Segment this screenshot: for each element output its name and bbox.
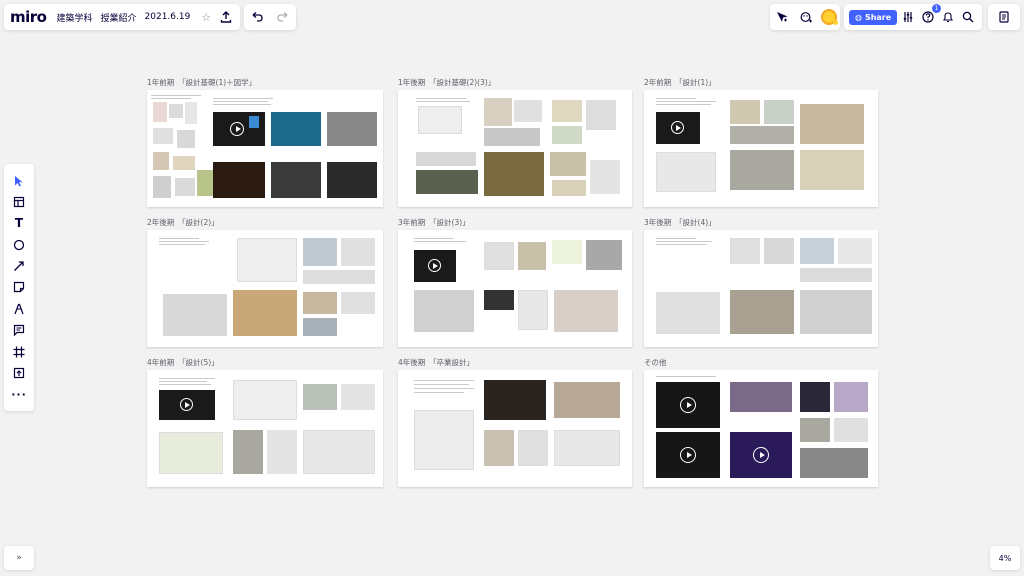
upload-file-icon[interactable] xyxy=(10,364,28,382)
frame-other[interactable] xyxy=(644,370,878,487)
expand-panel-button[interactable]: » xyxy=(4,546,34,570)
frame-year2-first[interactable] xyxy=(644,90,878,207)
board-title-dept[interactable]: 建築学科 xyxy=(56,11,92,24)
share-bar: ◍ Share 1 xyxy=(844,4,982,30)
zoom-level[interactable]: 4% xyxy=(990,546,1020,570)
video-play-icon[interactable] xyxy=(230,122,244,136)
video-play-icon[interactable] xyxy=(180,398,193,411)
cursor-follow-icon[interactable] xyxy=(773,8,791,26)
frame-label: 1年前期 「設計基礎(1)＋図学」 xyxy=(147,78,257,87)
video-play-icon[interactable] xyxy=(428,259,441,272)
reactions-icon[interactable] xyxy=(797,8,815,26)
frame-label: 4年後期 「卒業設計」 xyxy=(398,358,475,367)
frame-year1-second[interactable] xyxy=(398,90,632,207)
miro-logo[interactable]: miro xyxy=(10,8,47,26)
frame-year4-first[interactable] xyxy=(147,370,383,487)
video-play-icon[interactable] xyxy=(753,447,769,463)
share-label: Share xyxy=(864,12,892,22)
sticky-note-icon[interactable] xyxy=(10,278,28,296)
comment-icon[interactable] xyxy=(10,321,28,339)
document-icon xyxy=(995,8,1013,26)
frame-label: 1年後期 「設計基礎(2)(3)」 xyxy=(398,78,496,87)
undo-redo-bar xyxy=(244,4,296,30)
shape-tool-icon[interactable] xyxy=(10,236,28,254)
frame-year4-second[interactable] xyxy=(398,370,632,487)
board-title-class[interactable]: 授業紹介 xyxy=(101,11,137,24)
board-notes-button[interactable] xyxy=(988,4,1020,30)
bell-icon[interactable] xyxy=(939,8,957,26)
frame-label: 4年前期 「設計(5)」 xyxy=(147,358,219,367)
frame-label: 3年後期 「設計(4)」 xyxy=(644,218,716,227)
frame-year1-first[interactable] xyxy=(147,90,383,207)
star-icon[interactable]: ☆ xyxy=(198,8,214,26)
settings-sliders-icon[interactable] xyxy=(899,8,917,26)
frame-year2-second[interactable] xyxy=(147,230,383,347)
select-cursor-icon[interactable] xyxy=(10,172,28,190)
board-date[interactable]: 2021.6.19 xyxy=(145,12,191,22)
collaboration-bar xyxy=(770,4,840,30)
creation-toolbar: T ··· xyxy=(4,164,34,411)
zoom-label: 4% xyxy=(998,553,1012,563)
frame-label: その他 xyxy=(644,358,667,367)
frame-year3-second[interactable] xyxy=(644,230,878,347)
video-play-icon[interactable] xyxy=(671,121,684,134)
frame-label: 2年前期 「設計(1)」 xyxy=(644,78,716,87)
share-button[interactable]: ◍ Share xyxy=(848,9,898,25)
pen-tool-icon[interactable] xyxy=(10,300,28,318)
more-tools-icon[interactable]: ··· xyxy=(10,385,28,403)
user-avatar[interactable] xyxy=(821,9,838,25)
help-icon[interactable]: 1 xyxy=(919,4,942,26)
upload-icon[interactable] xyxy=(218,8,234,26)
redo-icon[interactable] xyxy=(274,8,292,26)
search-icon[interactable] xyxy=(959,8,977,26)
frame-label: 2年後期 「設計(2)」 xyxy=(147,218,219,227)
undo-icon[interactable] xyxy=(248,8,266,26)
connection-line-icon[interactable] xyxy=(10,257,28,275)
board-header: miro 建築学科 授業紹介 2021.6.19 ☆ xyxy=(4,4,240,30)
frame-tool-icon[interactable] xyxy=(10,343,28,361)
video-play-icon[interactable] xyxy=(680,397,696,413)
video-play-icon[interactable] xyxy=(680,447,696,463)
text-tool-icon[interactable]: T xyxy=(10,214,28,232)
templates-icon[interactable] xyxy=(10,193,28,211)
frame-year3-first[interactable] xyxy=(398,230,632,347)
globe-icon: ◍ xyxy=(854,12,862,22)
expand-label: » xyxy=(16,553,22,563)
frame-label: 3年前期 「設計(3)」 xyxy=(398,218,470,227)
